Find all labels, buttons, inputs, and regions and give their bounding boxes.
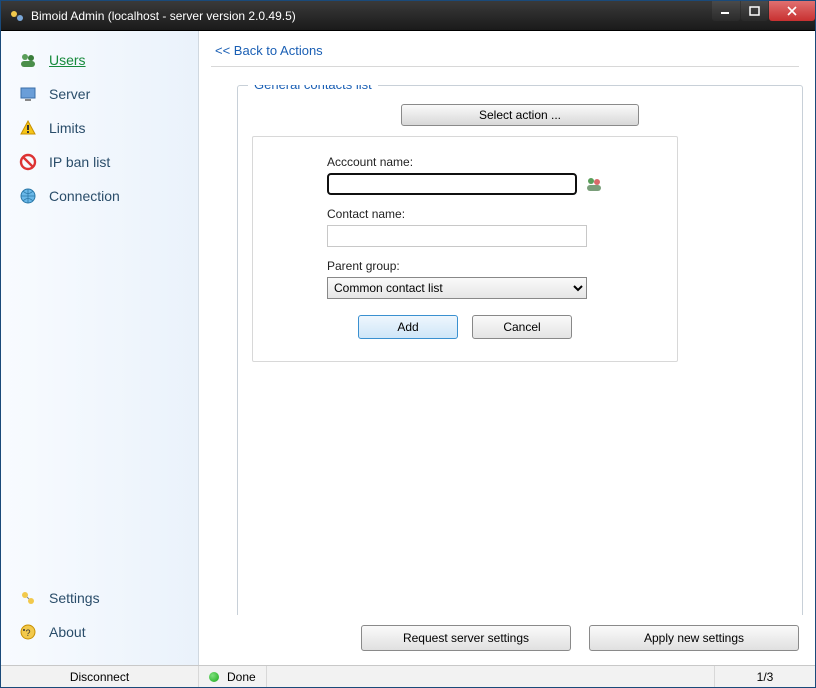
main-panel: << Back to Actions General contacts list… bbox=[199, 31, 815, 665]
sidebar: Users Server Limits IP ban list Connecti… bbox=[1, 31, 199, 665]
content-area: General contacts list Select action ... … bbox=[199, 85, 815, 615]
statusbar: Disconnect Done 1/3 bbox=[1, 665, 815, 687]
fieldset-legend: General contacts list bbox=[248, 85, 378, 92]
globe-icon bbox=[19, 187, 37, 205]
cancel-button[interactable]: Cancel bbox=[472, 315, 572, 339]
parent-group-select[interactable]: Common contact list bbox=[327, 277, 587, 299]
sidebar-item-server[interactable]: Server bbox=[1, 77, 198, 111]
window-title: Bimoid Admin (localhost - server version… bbox=[31, 9, 711, 23]
sidebar-item-label: About bbox=[49, 624, 86, 640]
sidebar-item-limits[interactable]: Limits bbox=[1, 111, 198, 145]
general-contacts-fieldset: General contacts list Select action ... … bbox=[237, 85, 803, 615]
svg-text:?: ? bbox=[25, 628, 30, 638]
limits-icon bbox=[19, 119, 37, 137]
sidebar-bottom: Settings ? About bbox=[1, 571, 198, 665]
users-icon bbox=[19, 51, 37, 69]
disconnect-button[interactable]: Disconnect bbox=[1, 666, 199, 687]
account-name-label: Acccount name: bbox=[327, 155, 603, 169]
sidebar-item-connection[interactable]: Connection bbox=[1, 179, 198, 213]
back-row: << Back to Actions bbox=[199, 31, 815, 66]
sidebar-item-label: Settings bbox=[49, 590, 100, 606]
window-controls bbox=[711, 1, 815, 21]
status-text: Done bbox=[227, 670, 256, 684]
sidebar-item-ipban[interactable]: IP ban list bbox=[1, 145, 198, 179]
back-link[interactable]: << Back to Actions bbox=[215, 43, 323, 58]
sidebar-item-label: Limits bbox=[49, 120, 86, 136]
contact-name-input[interactable] bbox=[327, 225, 587, 247]
bottom-button-row: Request server settings Apply new settin… bbox=[199, 615, 815, 665]
add-button[interactable]: Add bbox=[358, 315, 458, 339]
status-indicator-icon bbox=[209, 672, 219, 682]
server-icon bbox=[19, 85, 37, 103]
sidebar-item-users[interactable]: Users bbox=[1, 43, 198, 77]
pick-user-icon[interactable] bbox=[585, 176, 603, 192]
settings-icon bbox=[19, 589, 37, 607]
sidebar-item-label: Connection bbox=[49, 188, 120, 204]
panel-stack: Acccount name: Contact name: bbox=[252, 136, 788, 466]
page-counter: 1/3 bbox=[715, 666, 815, 687]
minimize-button[interactable] bbox=[712, 1, 740, 21]
sidebar-item-label: Server bbox=[49, 86, 90, 102]
app-body: Users Server Limits IP ban list Connecti… bbox=[1, 31, 815, 665]
app-icon bbox=[9, 8, 25, 24]
sidebar-item-about[interactable]: ? About bbox=[1, 615, 198, 649]
maximize-button[interactable] bbox=[741, 1, 768, 21]
divider bbox=[211, 66, 799, 67]
parent-group-label: Parent group: bbox=[327, 259, 603, 273]
close-button[interactable] bbox=[769, 1, 815, 21]
contact-name-label: Contact name: bbox=[327, 207, 603, 221]
status-spacer bbox=[267, 666, 715, 687]
sidebar-item-label: Users bbox=[49, 52, 86, 68]
add-contact-panel: Acccount name: Contact name: bbox=[252, 136, 678, 362]
account-name-input[interactable] bbox=[327, 173, 577, 195]
ban-icon bbox=[19, 153, 37, 171]
sidebar-item-settings[interactable]: Settings bbox=[1, 581, 198, 615]
sidebar-top: Users Server Limits IP ban list Connecti… bbox=[1, 31, 198, 225]
status-done: Done bbox=[199, 666, 267, 687]
apply-settings-button[interactable]: Apply new settings bbox=[589, 625, 799, 651]
select-action-button[interactable]: Select action ... bbox=[401, 104, 639, 126]
sidebar-spacer bbox=[1, 225, 198, 571]
titlebar[interactable]: Bimoid Admin (localhost - server version… bbox=[1, 1, 815, 31]
request-settings-button[interactable]: Request server settings bbox=[361, 625, 571, 651]
sidebar-item-label: IP ban list bbox=[49, 154, 110, 170]
app-window: Bimoid Admin (localhost - server version… bbox=[0, 0, 816, 688]
about-icon: ? bbox=[19, 623, 37, 641]
